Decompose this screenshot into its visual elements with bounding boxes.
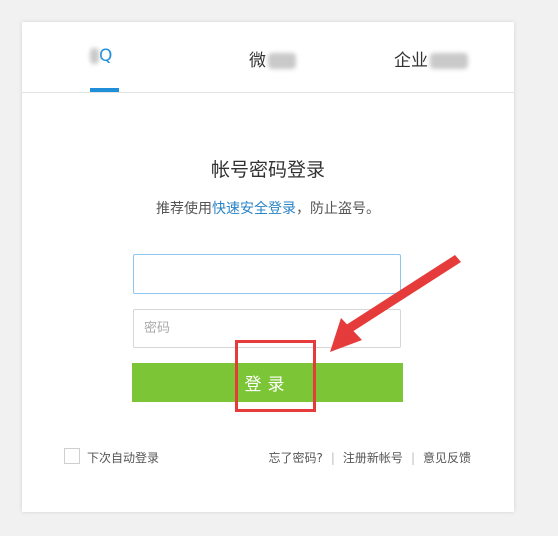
screenshot-stage: Q 微 企业 帐号密码登录 推荐使用快速安全登录，防止盗号。 登录 下次自动登录…: [0, 0, 558, 536]
login-subtitle: 推荐使用快速安全登录，防止盗号。: [22, 198, 514, 218]
subtitle-suffix: ，防止盗号。: [296, 201, 380, 217]
login-footer: 下次自动登录 忘了密码? | 注册新帐号 | 意见反馈: [22, 447, 514, 467]
blurred-text: [268, 53, 296, 69]
forgot-password-link[interactable]: 忘了密码?: [269, 451, 323, 465]
footer-links: 忘了密码? | 注册新帐号 | 意见反馈: [269, 449, 472, 466]
login-tabs: Q 微 企业: [22, 22, 514, 93]
subtitle-prefix: 推荐使用: [156, 201, 212, 217]
tab-qq-label: Q: [99, 46, 113, 66]
link-separator: |: [410, 451, 415, 465]
login-title: 帐号密码登录: [210, 159, 325, 181]
link-separator: |: [330, 451, 335, 465]
remember-checkbox[interactable]: [64, 448, 80, 464]
password-input[interactable]: [133, 309, 401, 348]
feedback-link[interactable]: 意见反馈: [423, 451, 471, 465]
login-panel: Q 微 企业 帐号密码登录 推荐使用快速安全登录，防止盗号。 登录 下次自动登录…: [22, 22, 514, 512]
tab-wechat-label: 微: [249, 51, 266, 71]
active-tab-indicator: [90, 88, 119, 92]
blurred-text: [90, 48, 99, 64]
tab-wechat[interactable]: 微: [249, 46, 296, 71]
blurred-text: [430, 53, 468, 69]
remember-label[interactable]: 下次自动登录: [87, 449, 159, 466]
login-button[interactable]: 登录: [132, 363, 403, 402]
quick-login-link[interactable]: 快速安全登录: [212, 201, 296, 217]
tab-qq[interactable]: Q: [90, 46, 112, 70]
tab-enterprise-label: 企业: [394, 51, 428, 71]
account-input[interactable]: [133, 254, 401, 294]
tab-enterprise[interactable]: 企业: [394, 46, 468, 71]
register-link[interactable]: 注册新帐号: [343, 451, 403, 465]
